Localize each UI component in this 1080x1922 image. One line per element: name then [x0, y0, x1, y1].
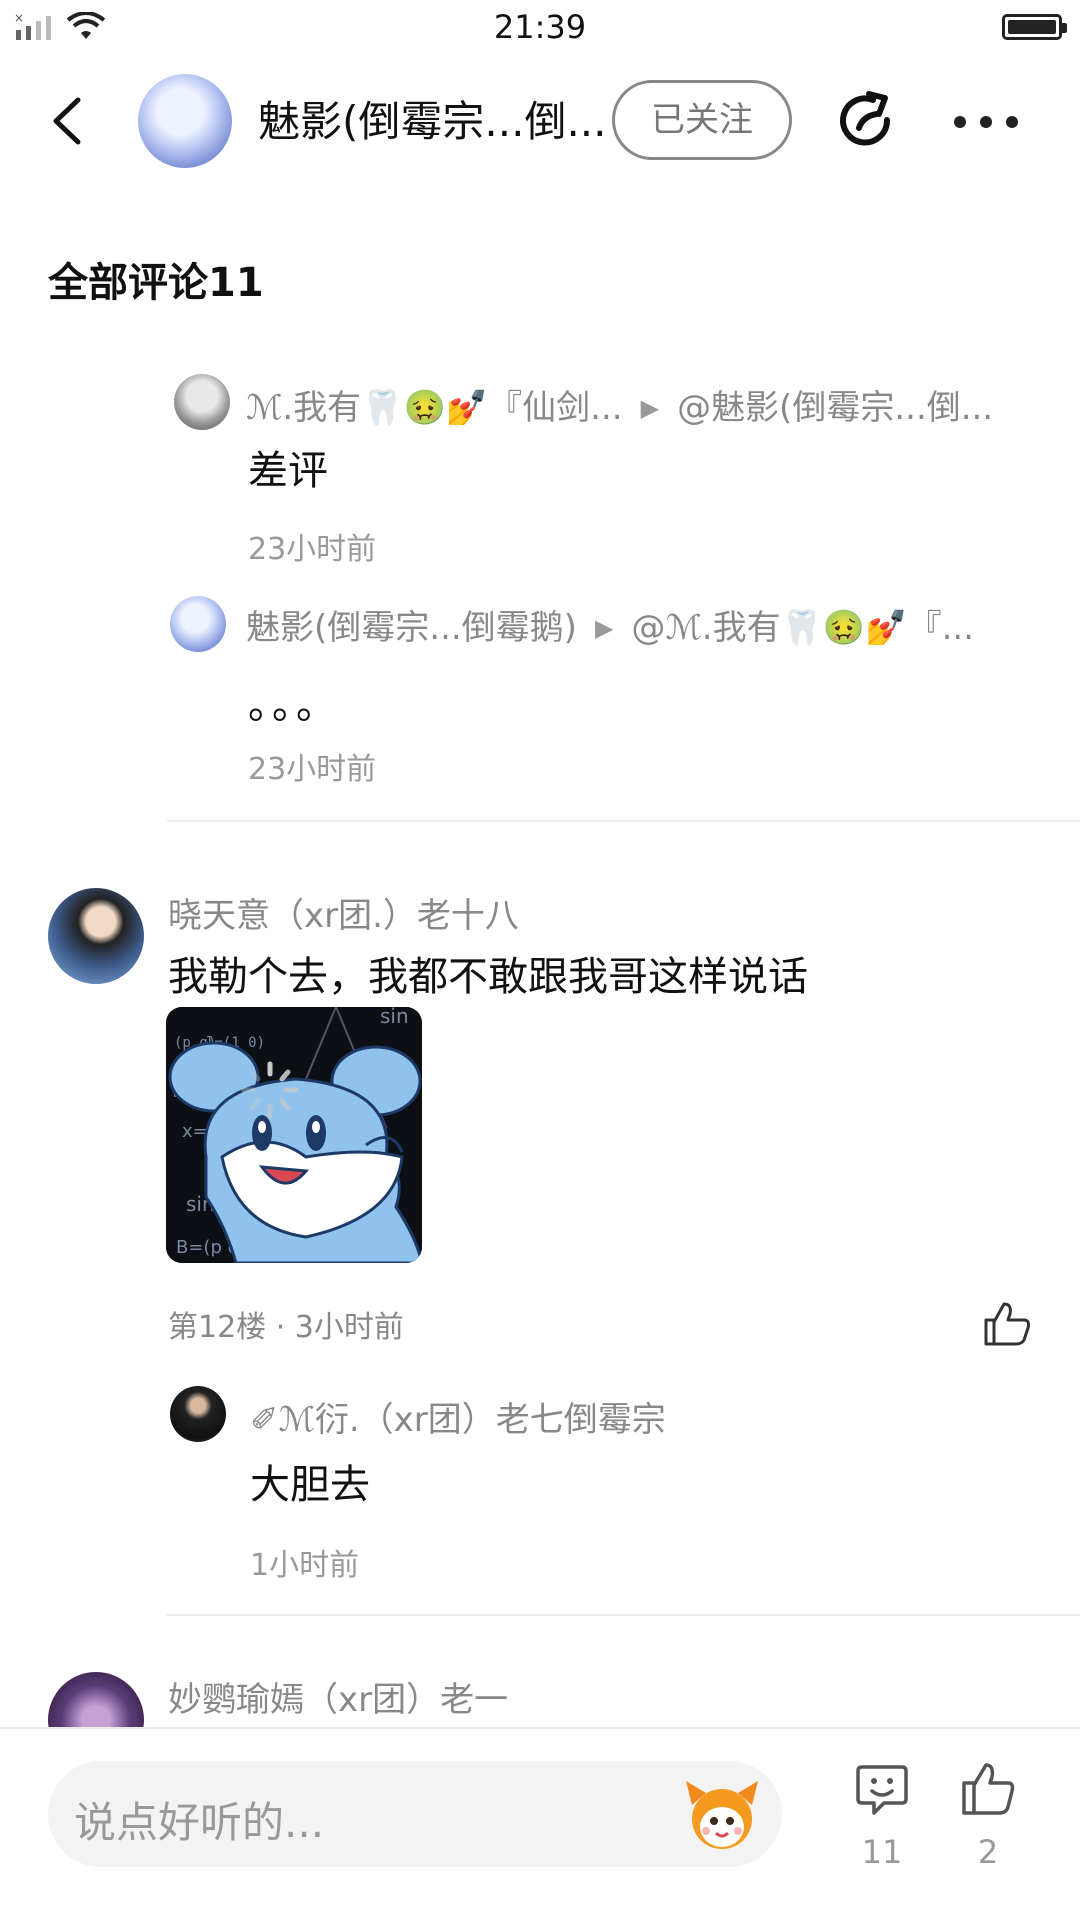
follow-button[interactable]: 已关注 [612, 80, 792, 160]
reply-target[interactable]: @魅影(倒霉宗...倒... [677, 388, 993, 428]
comment-floor-time: 第12楼 · 3小时前 [168, 1310, 404, 1345]
emoji-sticker-icon[interactable] [682, 1775, 762, 1853]
comment-text[interactable]: 我勒个去，我都不敢跟我哥这样说话 [168, 944, 808, 1002]
like-thumbs-up-icon[interactable] [960, 1761, 1016, 1817]
comment-count: 11 [861, 1833, 903, 1871]
divider [167, 1614, 1080, 1616]
reply-time: 23小时前 [248, 532, 377, 567]
reply-text[interactable]: 。。。 [248, 672, 340, 730]
author-name[interactable]: 魅影(倒霉宗...倒... [258, 88, 607, 149]
reply-to-arrow-icon: ▶ [640, 394, 660, 422]
share-icon[interactable] [835, 90, 899, 154]
back-arrow-icon[interactable] [42, 94, 96, 148]
comment-input[interactable]: 说点好听的... [48, 1761, 782, 1867]
reply-time: 23小时前 [248, 752, 377, 787]
reply-username[interactable]: 魅影(倒霉宗...倒霉鹅) [246, 608, 577, 648]
thumbs-up-icon[interactable] [982, 1300, 1032, 1348]
avatar[interactable] [170, 596, 226, 652]
loading-spinner-icon [241, 1061, 299, 1119]
svg-text:sin: sin [380, 1007, 409, 1028]
reply-time: 1小时前 [250, 1548, 360, 1583]
comment-username[interactable]: 妙鹦瑜嫣（xr团）老一 [168, 1672, 508, 1721]
comment-image[interactable]: (p q) l=(1 0) f(x)= x= sin A B=(p q) sin [166, 1007, 422, 1263]
author-avatar[interactable] [138, 74, 232, 168]
divider [167, 820, 1080, 822]
more-options-icon[interactable] [954, 110, 1018, 134]
post-header: 魅影(倒霉宗...倒... 已关注 [0, 66, 1080, 176]
reply-username[interactable]: ✐ℳ衍.（xr团）老七倒霉宗 [250, 1392, 666, 1441]
comments-section-title: 全部评论11 [48, 260, 264, 306]
reply-to-arrow-icon: ▶ [594, 614, 614, 642]
comment-username[interactable]: 晓天意（xr团.）老十八 [168, 888, 519, 937]
reply-user-line: ℳ.我有🦷🤢💅『仙剑... ▶ @魅影(倒霉宗...倒... [246, 380, 993, 429]
reply-text[interactable]: 大胆去 [250, 1452, 370, 1510]
comment-bubble-icon[interactable] [854, 1761, 910, 1817]
reply-user-line: 魅影(倒霉宗...倒霉鹅) ▶ @ℳ.我有🦷🤢💅『... [246, 600, 974, 649]
avatar[interactable] [48, 888, 144, 984]
avatar[interactable] [174, 374, 230, 430]
reply-text[interactable]: 差评 [248, 438, 328, 496]
bottom-action-bar: 说点好听的... 11 2 [0, 1727, 1080, 1922]
reply-username[interactable]: ℳ.我有🦷🤢💅『仙剑... [246, 388, 623, 428]
battery-icon [1002, 14, 1067, 40]
reply-target[interactable]: @ℳ.我有🦷🤢💅『... [631, 608, 974, 648]
like-count: 2 [977, 1833, 999, 1871]
avatar[interactable] [170, 1386, 226, 1442]
status-time: 21:39 [493, 8, 587, 46]
comment-input-placeholder: 说点好听的... [74, 1798, 325, 1847]
status-bar: × 21:39 [0, 0, 1080, 56]
